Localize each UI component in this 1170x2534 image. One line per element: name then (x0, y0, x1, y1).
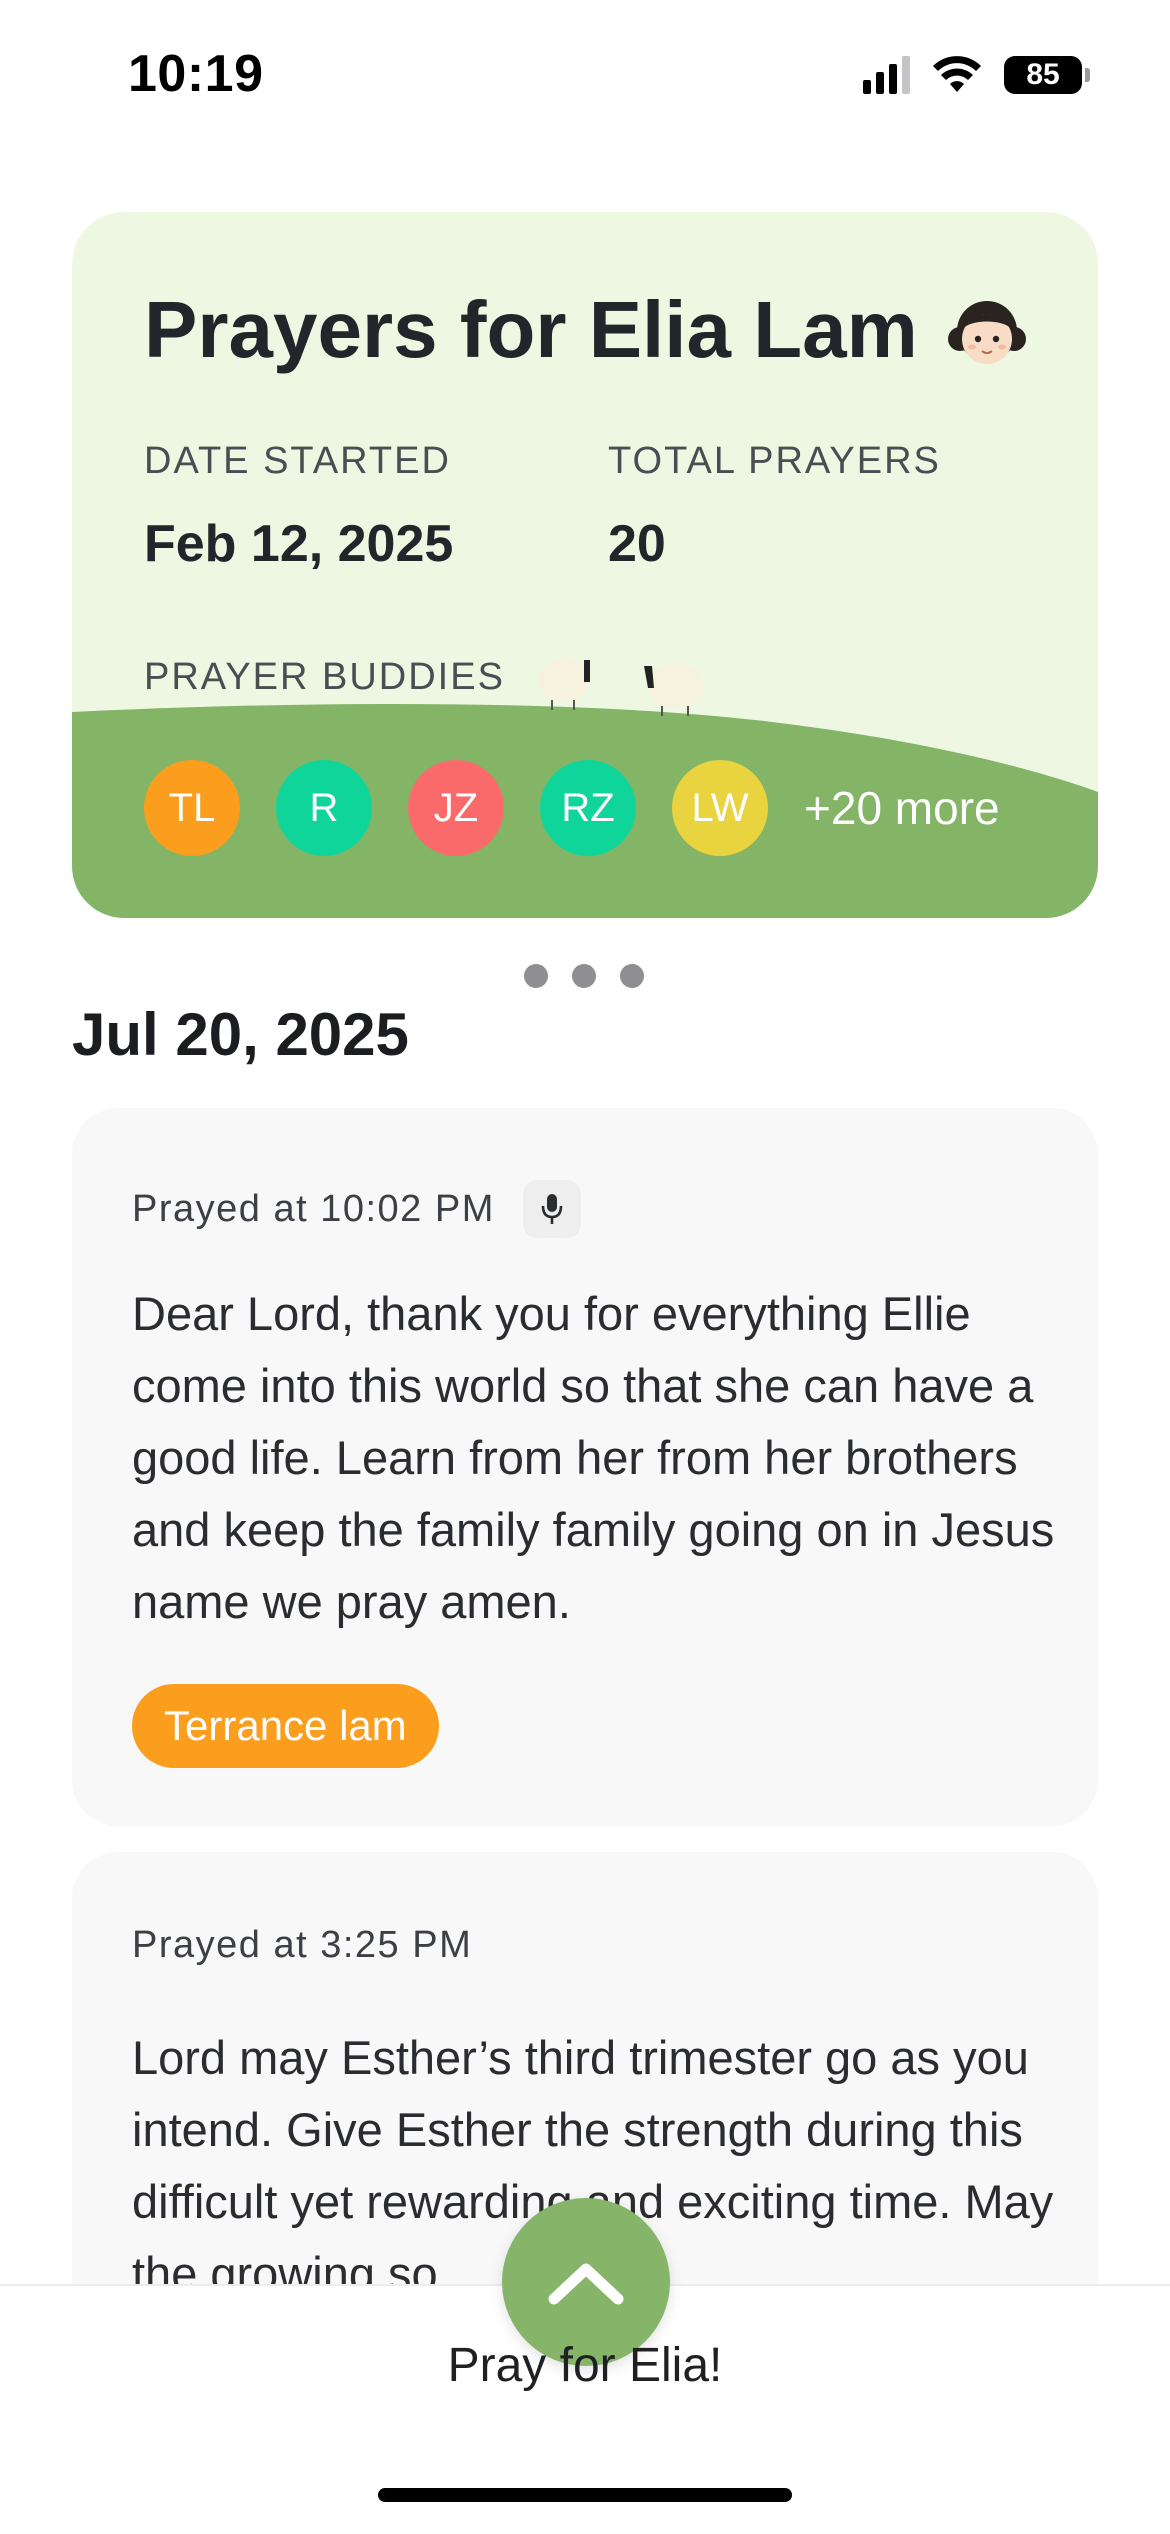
prayer-summary-card[interactable]: Prayers for Elia Lam DATE STARTED Feb 12… (72, 212, 1098, 918)
date-started-value: Feb 12, 2025 (144, 515, 454, 573)
status-time: 10:19 (128, 45, 264, 103)
buddy-avatar[interactable]: JZ (408, 760, 504, 856)
buddy-avatar[interactable]: TL (144, 760, 240, 856)
feed-date-header: Jul 20, 2025 (72, 1001, 409, 1068)
page-dot[interactable] (572, 964, 596, 988)
buddy-avatar[interactable]: RZ (540, 760, 636, 856)
total-prayers-value: 20 (608, 515, 666, 573)
prayer-time: Prayed at 3:25 PM (132, 1924, 472, 1967)
page-title: Prayers for Elia Lam (144, 284, 1030, 376)
microphone-icon[interactable] (522, 1180, 581, 1238)
cellular-signal-icon (863, 56, 910, 94)
status-icons: 85 (863, 56, 1090, 94)
pray-button-label[interactable]: Pray for Elia! (0, 2338, 1170, 2393)
prayer-text: Dear Lord, thank you for everything Elli… (132, 1287, 1055, 1628)
prayer-buddies-list: TL R JZ RZ LW +20 more (144, 760, 1000, 856)
chevron-up-icon (548, 2263, 624, 2305)
battery-level: 85 (1004, 56, 1082, 94)
prayer-time-text: Prayed at 3:25 PM (132, 1924, 473, 1966)
buddy-avatar[interactable]: LW (672, 760, 768, 856)
author-chip[interactable]: Terrance lam (132, 1684, 439, 1768)
wifi-icon (933, 56, 981, 92)
page-dot[interactable] (620, 964, 644, 988)
girl-emoji-icon (947, 301, 1026, 364)
page-title-text: Prayers for Elia Lam (144, 285, 918, 374)
home-indicator[interactable] (378, 2488, 792, 2502)
status-bar: 10:19 85 (0, 0, 1170, 150)
prayer-time-text: Prayed at 10:02 PM (132, 1187, 495, 1230)
page-indicator[interactable] (524, 964, 644, 988)
more-buddies-link[interactable]: +20 more (804, 781, 1000, 835)
prayer-buddies-label: PRAYER BUDDIES (144, 656, 505, 698)
buddy-avatar[interactable]: R (276, 760, 372, 856)
date-started-label: DATE STARTED (144, 440, 451, 482)
total-prayers-label: TOTAL PRAYERS (608, 440, 941, 482)
prayer-time: Prayed at 10:02 PM (132, 1180, 581, 1238)
prayer-card[interactable]: Prayed at 10:02 PM Dear Lord, thank you … (72, 1108, 1098, 1826)
page-dot[interactable] (524, 964, 548, 988)
battery-icon: 85 (1004, 56, 1090, 94)
sheep-illustration (538, 658, 704, 716)
